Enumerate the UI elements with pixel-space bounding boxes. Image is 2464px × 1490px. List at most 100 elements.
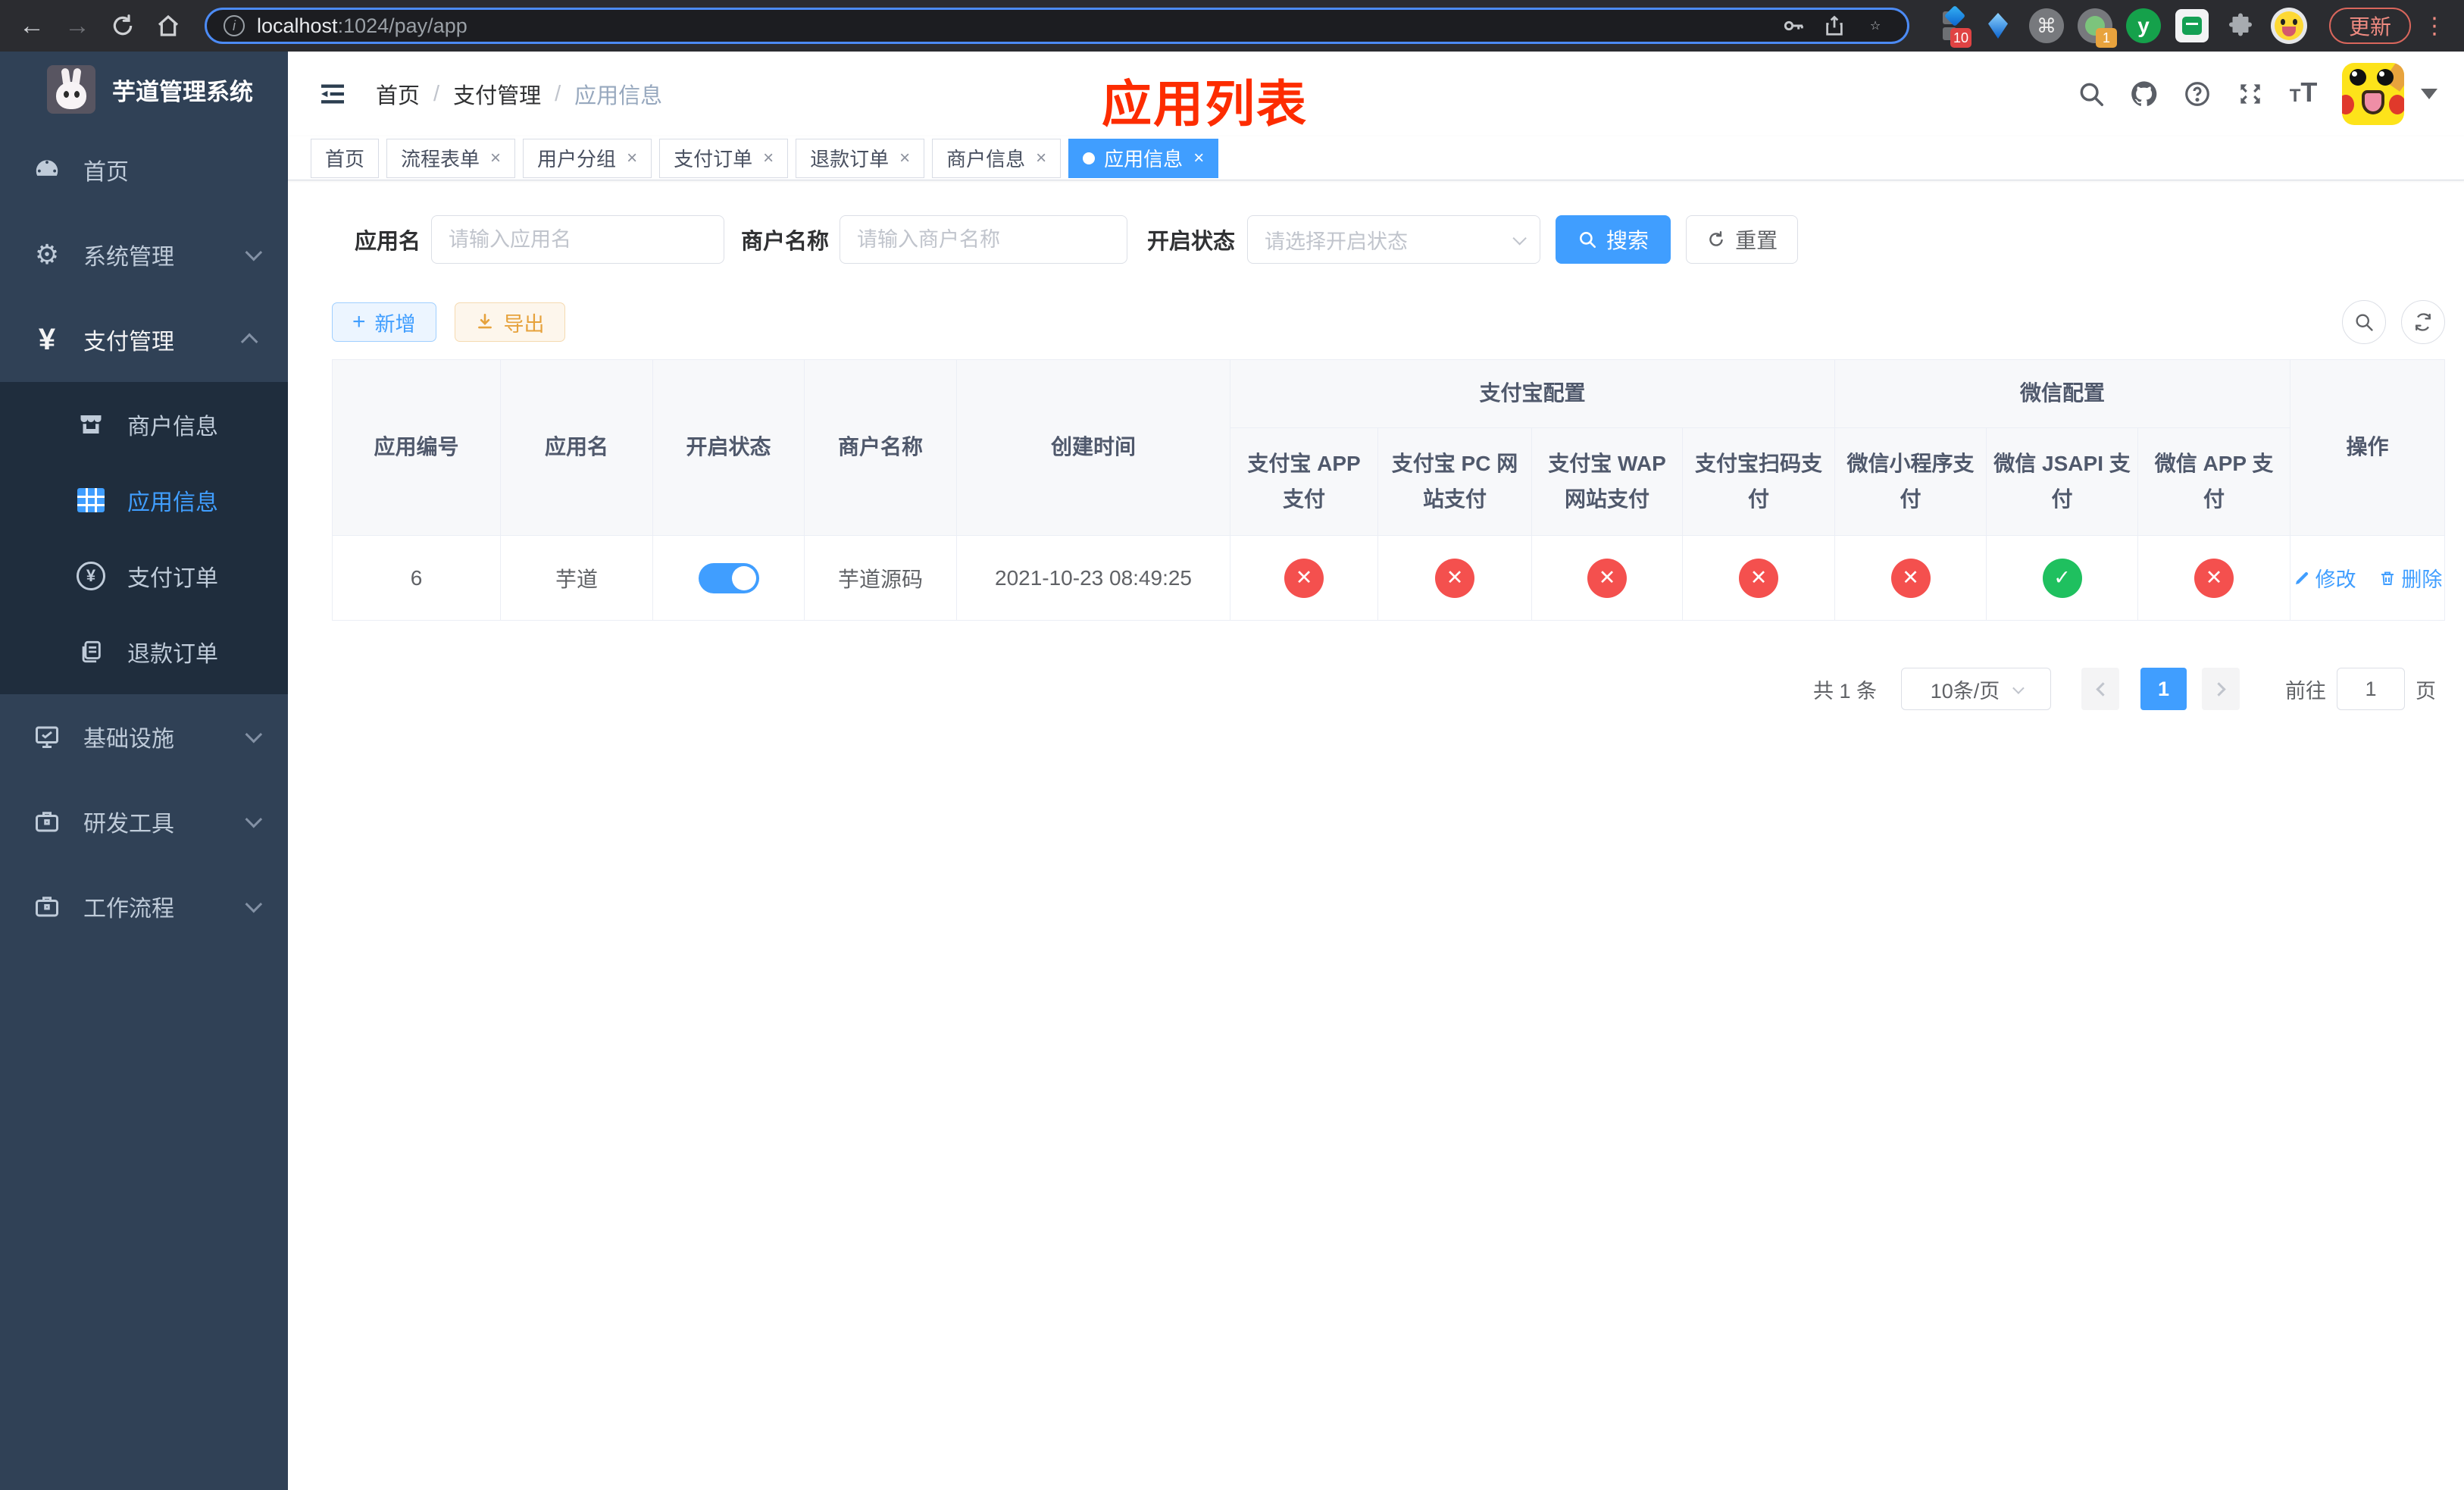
extension-command-icon[interactable]: ⌘ xyxy=(2028,7,2065,45)
export-button[interactable]: 导出 xyxy=(454,302,565,342)
password-key-icon[interactable] xyxy=(1778,11,1809,41)
extensions-puzzle-icon[interactable] xyxy=(2222,7,2259,45)
col-alipay-qr: 支付宝扫码支付 xyxy=(1681,427,1836,536)
sidebar-collapse-icon[interactable] xyxy=(315,77,350,111)
extension-kite-icon[interactable] xyxy=(1979,7,2017,45)
avatar-caret-icon[interactable] xyxy=(2421,89,2438,99)
browser-reload-icon[interactable] xyxy=(106,9,139,42)
pen-icon xyxy=(2295,571,2308,584)
tab-user-group[interactable]: 用户分组 × xyxy=(523,138,652,178)
breadcrumb-payment[interactable]: 支付管理 xyxy=(453,78,541,110)
goto-page-input[interactable] xyxy=(2337,668,2406,710)
download-icon xyxy=(475,312,495,332)
col-alipay-pc: 支付宝 PC 网站支付 xyxy=(1377,427,1532,536)
status-toggle[interactable] xyxy=(698,562,759,593)
sidebar-item-label: 支付管理 xyxy=(83,330,174,355)
tab-process-form[interactable]: 流程表单 × xyxy=(386,138,516,178)
breadcrumb-home[interactable]: 首页 xyxy=(376,78,420,110)
wechat-app-status-icon: ✕ xyxy=(2194,558,2234,598)
font-size-icon[interactable]: TT xyxy=(2286,77,2321,111)
sidebar-item-label: 基础设施 xyxy=(83,727,174,752)
browser-home-icon[interactable] xyxy=(152,9,185,42)
site-info-icon[interactable]: i xyxy=(224,15,245,36)
sidebar-item-merchant-info[interactable]: 商户信息 xyxy=(0,387,288,462)
col-alipay-wap: 支付宝 WAP 网站支付 xyxy=(1531,427,1683,536)
browser-toolbar: ← → i localhost:1024/pay/app ☆ 10 ⌘ 1 y … xyxy=(0,0,2464,52)
delete-link[interactable]: 删除 xyxy=(2378,563,2442,593)
tab-app-info[interactable]: 应用信息 × xyxy=(1068,138,1219,178)
refresh-table-button[interactable] xyxy=(2401,300,2446,344)
chevron-down-icon xyxy=(2012,681,2025,694)
merchant-name-input[interactable] xyxy=(840,215,1128,264)
col-wechat-mini: 微信小程序支付 xyxy=(1834,427,1987,536)
fullscreen-icon[interactable] xyxy=(2233,77,2268,111)
cell-created: 2021-10-23 08:49:25 xyxy=(956,535,1230,621)
close-icon[interactable]: × xyxy=(490,148,501,169)
close-icon[interactable]: × xyxy=(627,148,637,169)
extension-profile-icon[interactable]: 1 xyxy=(2076,7,2117,48)
github-icon[interactable] xyxy=(2127,77,2162,111)
close-icon[interactable]: × xyxy=(1193,148,1204,169)
app-table: 应用编号 应用名 开启状态 商户名称 创建时间 支付宝配置 微信配置 操作 支付… xyxy=(332,359,2446,621)
url-path: :1024/pay/app xyxy=(337,14,467,37)
sidebar-item-label: 应用信息 xyxy=(127,490,218,515)
close-icon[interactable]: × xyxy=(899,148,910,169)
col-status: 开启状态 xyxy=(652,359,805,536)
sidebar-item-payment[interactable]: ¥ 支付管理 xyxy=(0,297,288,382)
sidebar-item-workflow[interactable]: 工作流程 xyxy=(0,864,288,949)
search-icon[interactable] xyxy=(2074,77,2109,111)
sidebar-logo[interactable]: 芋道管理系统 xyxy=(0,52,288,127)
extension-emoji-avatar[interactable] xyxy=(2270,7,2308,45)
close-icon[interactable]: × xyxy=(1036,148,1046,169)
add-button[interactable]: + 新增 xyxy=(332,302,436,342)
share-icon[interactable] xyxy=(1819,11,1850,41)
goto-label: 前往 xyxy=(2285,679,2327,703)
sidebar-item-home[interactable]: 首页 xyxy=(0,127,288,212)
page-size-select[interactable]: 10条/页 xyxy=(1901,668,2052,710)
tab-refund-orders[interactable]: 退款订单 × xyxy=(796,138,925,178)
app-name-label: 应用名 xyxy=(355,230,421,254)
app-name-input[interactable] xyxy=(431,215,725,264)
status-select[interactable]: 请选择开启状态 xyxy=(1247,215,1541,264)
chevron-down-icon xyxy=(245,895,263,913)
col-app-id: 应用编号 xyxy=(332,359,501,536)
chevron-down-icon xyxy=(1512,230,1527,246)
extension-chat-icon[interactable] xyxy=(2173,7,2211,45)
logo-rabbit-avatar xyxy=(47,65,95,114)
address-bar[interactable]: i localhost:1024/pay/app ☆ xyxy=(205,8,1909,44)
next-page-button[interactable] xyxy=(2202,668,2240,710)
prev-page-button[interactable] xyxy=(2081,668,2120,710)
edit-link[interactable]: 修改 xyxy=(2293,563,2356,593)
tab-pay-orders[interactable]: 支付订单 × xyxy=(659,138,789,178)
sidebar-item-system[interactable]: ⚙ 系统管理 xyxy=(0,212,288,297)
chrome-menu-icon[interactable]: ⋮ xyxy=(2423,13,2446,39)
cell-app-id: 6 xyxy=(332,535,501,621)
sidebar-item-dev-tools[interactable]: 研发工具 xyxy=(0,779,288,864)
close-icon[interactable]: × xyxy=(763,148,774,169)
sidebar-item-infrastructure[interactable]: 基础设施 xyxy=(0,694,288,779)
sidebar-item-refund-orders[interactable]: 退款订单 xyxy=(0,614,288,690)
yen-circle-icon: ¥ xyxy=(74,562,108,590)
page-number-1[interactable]: 1 xyxy=(2140,668,2187,710)
browser-back-icon[interactable]: ← xyxy=(15,9,48,42)
table-row: 6 芋道 芋道源码 2021-10-23 08:49:25 ✕ ✕ ✕ ✕ ✕ … xyxy=(332,535,2446,621)
alipay-qr-status-icon: ✕ xyxy=(1739,558,1778,598)
sidebar-item-pay-orders[interactable]: ¥ 支付订单 xyxy=(0,538,288,614)
reset-button[interactable]: 重置 xyxy=(1686,215,1799,264)
bookmark-star-icon[interactable]: ☆ xyxy=(1860,11,1890,41)
help-icon[interactable] xyxy=(2180,77,2215,111)
extension-y-icon[interactable]: y xyxy=(2125,7,2162,45)
sidebar: 芋道管理系统 首页 ⚙ 系统管理 ¥ 支付管理 商户信息 应用信息 ¥ 支付订单… xyxy=(0,52,288,1490)
extension-blocks-icon[interactable]: 10 xyxy=(1931,5,1972,48)
tab-home[interactable]: 首页 xyxy=(311,138,380,178)
cell-app-name: 芋道 xyxy=(500,535,653,621)
toggle-search-button[interactable] xyxy=(2342,300,2387,344)
trash-icon xyxy=(2381,571,2394,585)
sidebar-item-app-info[interactable]: 应用信息 xyxy=(0,462,288,538)
user-avatar[interactable] xyxy=(2342,63,2405,125)
chrome-update-button[interactable]: 更新 xyxy=(2329,8,2412,44)
search-button[interactable]: 搜索 xyxy=(1556,215,1671,264)
status-label: 开启状态 xyxy=(1147,230,1236,254)
browser-forward-icon[interactable]: → xyxy=(61,9,94,42)
tab-merchant-info[interactable]: 商户信息 × xyxy=(932,138,1062,178)
